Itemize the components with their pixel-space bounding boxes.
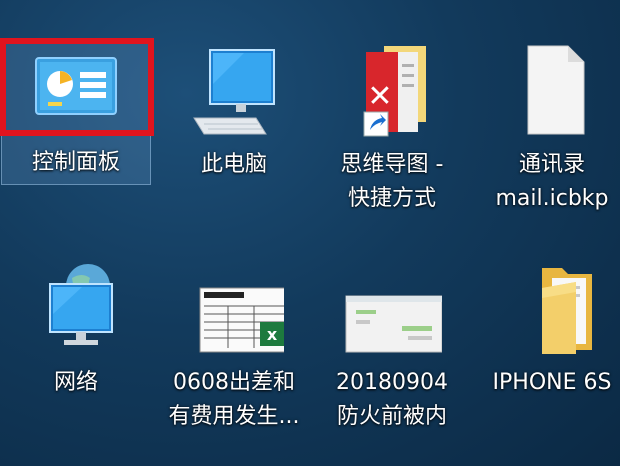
desktop-icon-label: 控制面板 — [31, 150, 120, 175]
desktop-icon-label: 0608出差和 有费用发生... — [168, 370, 300, 429]
desktop-icon-label: 网络 — [53, 370, 98, 395]
desktop-icon-label: 通讯录 mail.icbkp — [495, 152, 609, 211]
desktop-icon-label: 思维导图 - 快捷方式 — [340, 152, 444, 211]
network-globe-icon — [26, 262, 126, 366]
blank-file-icon — [502, 44, 602, 148]
desktop-icon-excel-file[interactable]: x 0608出差和 有费用发生... — [160, 262, 308, 434]
folder-icon — [502, 262, 602, 366]
image-file-icon — [342, 262, 443, 366]
desktop-icon-label: 20180904 防火前被内 — [336, 370, 448, 429]
svg-text:✕: ✕ — [367, 79, 392, 114]
desktop-icon-contacts-file[interactable]: 通讯录 mail.icbkp — [478, 44, 620, 216]
computer-icon — [184, 44, 284, 148]
desktop-icon-label: IPHONE 6S — [492, 370, 612, 395]
desktop: 控制面板 此电脑 ✕ 思维导图 - 快捷方式 通讯录 mail.icbkp 网络… — [0, 0, 620, 466]
red-highlight-box — [0, 38, 154, 136]
mindmap-file-icon: ✕ — [342, 44, 442, 148]
desktop-icon-this-pc[interactable]: 此电脑 — [160, 44, 308, 182]
desktop-icon-iphone-folder[interactable]: IPHONE 6S — [478, 262, 620, 400]
desktop-icon-label: 此电脑 — [200, 152, 267, 177]
desktop-icon-network[interactable]: 网络 — [2, 262, 150, 400]
svg-text:x: x — [267, 325, 278, 344]
excel-file-icon: x — [184, 262, 289, 366]
desktop-icon-screenshot-file[interactable]: 20180904 防火前被内 — [318, 262, 466, 434]
desktop-icon-mindmap-shortcut[interactable]: ✕ 思维导图 - 快捷方式 — [318, 44, 466, 216]
